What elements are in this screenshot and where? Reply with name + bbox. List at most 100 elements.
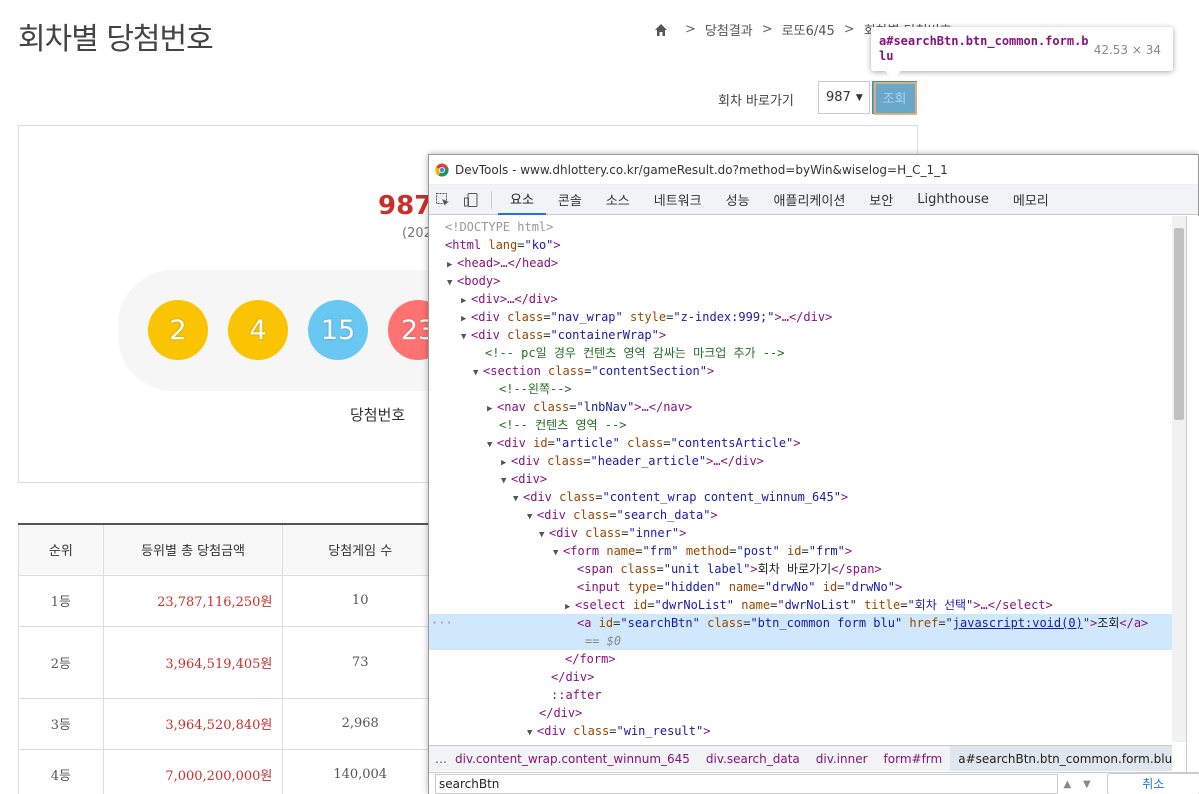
dom-node[interactable]: ▶ <div class="header_article">…</div> (429, 452, 1172, 470)
dom-node[interactable]: ▶ <nav class="lnbNav">…</nav> (429, 398, 1172, 416)
breadcrumb-item[interactable]: 로또6/45 (782, 20, 835, 39)
dom-node[interactable]: </div> (429, 668, 1172, 686)
dom-node-selected[interactable]: ··· <a id="searchBtn" class="btn_common f… (429, 614, 1172, 632)
tab-elements[interactable]: 요소 (498, 185, 546, 215)
dom-node[interactable]: ▼ <div class="inner"> (429, 524, 1172, 542)
amount-cell: 23,787,116,250원 (102, 574, 284, 627)
rank-cell: 3등 (18, 697, 104, 750)
devtools-title: DevTools - www.dhlottery.co.kr/gameResul… (455, 162, 948, 177)
dom-node[interactable]: ▼ <form name="frm" method="post" id="frm"… (429, 542, 1172, 560)
devtools-tabbar: 요소 콘솔 소스 네트워크 성능 애플리케이션 보안 Lighthouse 메모… (429, 185, 1198, 215)
dom-scrollbar[interactable] (1172, 216, 1186, 742)
devtools-titlebar[interactable]: DevTools - www.dhlottery.co.kr/gameResul… (429, 155, 1198, 185)
inspect-tooltip: a#searchBtn.btn_common.form.blu 42.53 × … (871, 27, 1173, 79)
dom-node[interactable]: <!-- 컨텐츠 영역 --> (429, 416, 1172, 434)
count-cell: 73 (282, 625, 438, 699)
search-button[interactable]: 조회 (872, 81, 917, 114)
dom-node[interactable]: ▼ <div class="containerWrap"> (429, 326, 1172, 344)
dom-node[interactable]: <!-- pc일 경우 컨텐츠 영역 감싸는 마크업 추가 --> (429, 344, 1172, 362)
dom-node[interactable]: ▼ <div class="search_data"> (429, 506, 1172, 524)
chrome-icon (435, 163, 449, 177)
lotto-ball: 15 (308, 300, 368, 360)
find-prev-icon[interactable]: ▲ (1058, 779, 1077, 790)
lotto-ball: 4 (228, 300, 288, 360)
dom-breadcrumb-item[interactable]: div.inner (808, 752, 876, 766)
dom-node[interactable]: ▶ <head>…</head> (429, 254, 1172, 272)
find-next-icon[interactable]: ▼ (1077, 779, 1096, 790)
dom-node[interactable]: </form> (429, 650, 1172, 668)
scrollbar-thumb[interactable] (1174, 228, 1184, 420)
tab-lighthouse[interactable]: Lighthouse (905, 185, 1001, 215)
more-breadcrumbs-icon[interactable]: … (429, 752, 447, 766)
breadcrumb-separator-icon: > (843, 22, 855, 37)
inspect-element-icon[interactable] (429, 185, 457, 215)
tab-console[interactable]: 콘솔 (546, 185, 594, 215)
count-cell: 140,004 (282, 748, 438, 794)
dom-node-selected-ref: == $0 (429, 632, 1172, 650)
breadcrumb-item[interactable]: 당첨결과 (705, 20, 753, 39)
dom-node[interactable]: ::after (429, 686, 1172, 704)
rank-cell: 2등 (18, 625, 104, 699)
tooltip-dimensions: 42.53 × 34 (1093, 43, 1161, 57)
tooltip-arrow (885, 71, 901, 79)
dom-tree: <!DOCTYPE html> <html lang="ko"> ▶ <head>… (429, 216, 1172, 742)
find-bar: searchBtn ▲ ▼ 취소 (429, 772, 1199, 794)
round-select[interactable]: 987 ▼ (818, 81, 870, 114)
dom-breadcrumb-item-active[interactable]: a#searchBtn.btn_common.form.blu (950, 746, 1172, 771)
tab-security[interactable]: 보안 (857, 185, 905, 215)
dom-node[interactable]: ▶ <div>…</div> (429, 290, 1172, 308)
dom-node[interactable]: <!--왼쪽--> (429, 380, 1172, 398)
tab-sources[interactable]: 소스 (594, 185, 642, 215)
amount-cell: 3,964,520,840원 (102, 697, 284, 750)
lotto-ball: 2 (148, 300, 208, 360)
breadcrumb-separator-icon: > (761, 22, 773, 37)
dom-node[interactable]: ▼ <div> (429, 470, 1172, 488)
dom-node[interactable]: <html lang="ko"> (429, 236, 1172, 254)
device-toolbar-icon[interactable] (457, 185, 485, 215)
column-header: 당첨게임 수 (282, 523, 438, 576)
dom-node[interactable]: ▶ <div class="nav_wrap" style="z-index:99… (429, 308, 1172, 326)
dom-node[interactable]: ▼ <body> (429, 272, 1172, 290)
dom-breadcrumb-item[interactable]: form#frm (876, 752, 951, 766)
column-header: 등위별 총 당첨금액 (102, 523, 284, 576)
dom-node[interactable]: ▶ <select id="dwrNoList" name="dwrNoList"… (429, 596, 1172, 614)
tooltip-selector: a#searchBtn.btn_common.form.blu (879, 34, 1089, 63)
styles-pane (1186, 216, 1199, 794)
table-row: 1등 23,787,116,250원 10 (18, 574, 438, 627)
dom-node[interactable]: ▼ <div class="content_wrap content_winnum… (429, 488, 1172, 506)
dom-node[interactable]: <span class="unit label">회차 바로가기</span> (429, 560, 1172, 578)
dom-node[interactable]: </div> (429, 704, 1172, 722)
tab-memory[interactable]: 메모리 (1001, 185, 1061, 215)
dom-node[interactable]: ▼ <div id="article" class="contentsArticl… (429, 434, 1172, 452)
tab-network[interactable]: 네트워크 (642, 185, 714, 215)
more-options-icon: ··· (431, 616, 453, 630)
dom-breadcrumb-item[interactable]: div.search_data (698, 752, 808, 766)
devtools-window: DevTools - www.dhlottery.co.kr/gameResul… (428, 154, 1199, 794)
table-row: 2등 3,964,519,405원 73 (18, 625, 438, 699)
dom-node[interactable]: <input type="hidden" name="drwNo" id="dr… (429, 578, 1172, 596)
breadcrumb-separator-icon: > (685, 22, 696, 37)
home-icon[interactable] (654, 23, 668, 37)
table-row: 3등 3,964,520,840원 2,968 (18, 697, 438, 750)
balls-label: 당첨번호 (350, 406, 406, 424)
count-cell: 2,968 (282, 697, 438, 750)
dom-breadcrumbs: … div.content_wrap.content_winnum_645 di… (429, 745, 1172, 771)
tab-performance[interactable]: 성능 (714, 185, 762, 215)
dom-node[interactable]: <!DOCTYPE html> (429, 218, 1172, 236)
collapse-triangle-icon: ▼ (527, 728, 533, 738)
amount-cell: 3,964,519,405원 (102, 625, 284, 699)
round-select-value: 987 (826, 90, 851, 105)
toolbar-divider (491, 190, 492, 209)
find-cancel-button[interactable]: 취소 (1106, 773, 1199, 794)
tab-application[interactable]: 애플리케이션 (762, 185, 858, 215)
page: 회차별 당첨번호 > 당첨결과 > 로또6/45 > 회차별 당첨번호 회차 바… (0, 0, 1199, 794)
find-input[interactable]: searchBtn (435, 774, 1058, 794)
rank-cell: 1등 (18, 574, 104, 627)
table-row: 4등 7,000,200,000원 140,004 (18, 748, 438, 794)
dom-node[interactable]: ▼ <section class="contentSection"> (429, 362, 1172, 380)
dom-node[interactable]: ▼ <div class="win_result"> (429, 722, 1172, 740)
dom-breadcrumb-item[interactable]: div.content_wrap.content_winnum_645 (447, 752, 698, 766)
page-title: 회차별 당첨번호 (18, 22, 214, 57)
rank-cell: 4등 (18, 748, 104, 794)
rank-table: 순위 등위별 총 당첨금액 당첨게임 수 1등 23,787,116,250원 … (18, 523, 438, 794)
